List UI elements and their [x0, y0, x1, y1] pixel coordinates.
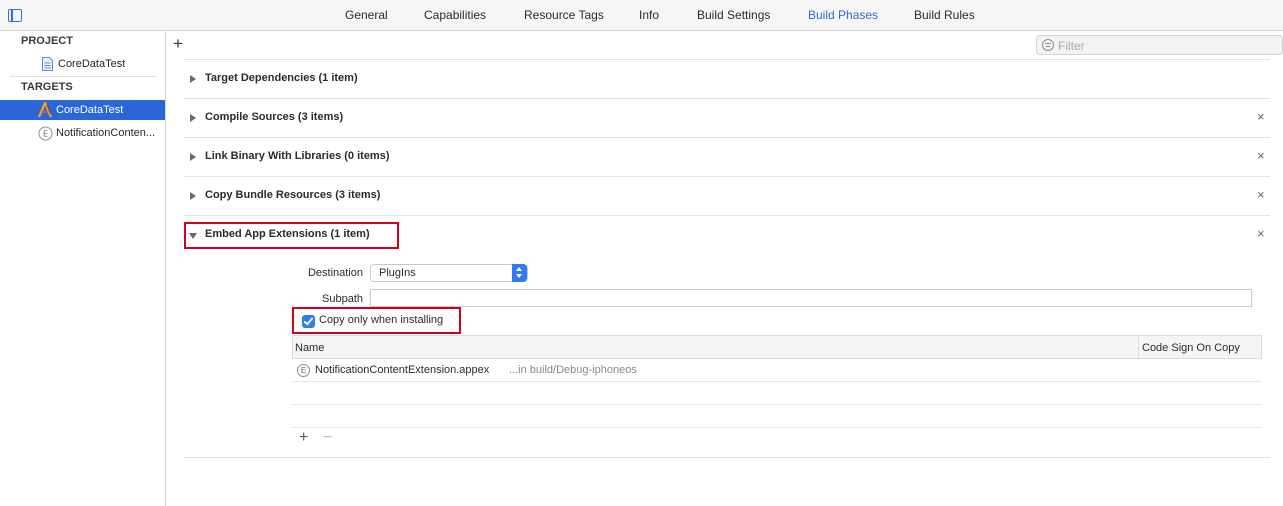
add-build-phase-button[interactable]: +: [173, 35, 183, 52]
sidebar-divider: [10, 76, 157, 77]
tab-general[interactable]: General: [345, 8, 388, 22]
divider: [184, 137, 1270, 138]
destination-popup[interactable]: PlugIns: [370, 264, 528, 282]
sidebar-item-label: CoreDataTest: [56, 104, 124, 116]
sidebar-item-label: NotificationConten...: [56, 127, 156, 139]
add-file-button[interactable]: +: [299, 429, 308, 447]
sidebar-item-label: CoreDataTest: [58, 58, 126, 70]
phase-target-dependencies[interactable]: Target Dependencies (1 item): [184, 67, 1283, 91]
tab-build-settings[interactable]: Build Settings: [697, 8, 770, 22]
top-tab-bar: General Capabilities Resource Tags Info …: [0, 0, 1283, 31]
phase-title: Compile Sources (3 items): [205, 111, 344, 123]
table-header: Name Code Sign On Copy: [292, 335, 1262, 359]
sidebar-item-target-notification-extension[interactable]: E NotificationConten...: [0, 123, 165, 143]
project-file-icon: [39, 56, 55, 72]
svg-text:E: E: [42, 129, 47, 138]
highlight-box: [292, 307, 461, 334]
tab-build-phases[interactable]: Build Phases: [808, 8, 878, 22]
phase-title: Target Dependencies (1 item): [205, 72, 358, 84]
phase-compile-sources[interactable]: Compile Sources (3 items) ×: [184, 106, 1283, 130]
popup-arrows-icon: [512, 264, 527, 282]
table-row: [292, 406, 1262, 428]
project-section-header: PROJECT: [21, 35, 73, 47]
filter-placeholder: Filter: [1058, 39, 1085, 53]
remove-phase-icon[interactable]: ×: [1257, 148, 1265, 163]
disclosure-triangle-icon[interactable]: [190, 114, 196, 122]
filter-field[interactable]: Filter: [1036, 35, 1283, 55]
filter-icon: [1042, 39, 1054, 51]
column-header-name[interactable]: Name: [295, 342, 324, 354]
remove-phase-icon[interactable]: ×: [1257, 109, 1265, 124]
table-row: [292, 383, 1262, 405]
divider: [184, 215, 1270, 216]
sidebar-item-target-coredatatest[interactable]: CoreDataTest: [0, 100, 165, 120]
tab-capabilities[interactable]: Capabilities: [424, 8, 486, 22]
divider: [184, 176, 1270, 177]
phase-copy-bundle-resources[interactable]: Copy Bundle Resources (3 items) ×: [184, 184, 1283, 208]
table-row[interactable]: E NotificationContentExtension.appex ...…: [292, 360, 1262, 382]
extension-icon: E: [297, 364, 310, 377]
subpath-field[interactable]: [370, 289, 1252, 307]
project-navigator-sidebar: PROJECT CoreDataTest TARGETS CoreDataTes…: [0, 31, 166, 506]
sidebar-toggle-icon[interactable]: [8, 9, 22, 22]
tab-info[interactable]: Info: [639, 8, 659, 22]
app-target-icon: [37, 102, 53, 118]
destination-value: PlugIns: [379, 267, 416, 279]
sidebar-item-project[interactable]: CoreDataTest: [0, 54, 165, 74]
destination-label: Destination: [307, 267, 363, 279]
disclosure-triangle-icon[interactable]: [190, 153, 196, 161]
phase-title: Link Binary With Libraries (0 items): [205, 150, 390, 162]
column-separator: [1138, 336, 1139, 358]
subpath-label: Subpath: [322, 293, 363, 305]
row-file-name: NotificationContentExtension.appex: [315, 364, 490, 376]
highlight-box: [184, 222, 399, 249]
tab-resource-tags[interactable]: Resource Tags: [524, 8, 604, 22]
remove-file-button[interactable]: −: [323, 429, 332, 447]
extension-icon: E: [37, 125, 53, 141]
disclosure-triangle-icon[interactable]: [190, 75, 196, 83]
build-phases-editor: + Filter Target Dependencies (1 item) Co…: [166, 31, 1283, 506]
remove-phase-icon[interactable]: ×: [1257, 187, 1265, 202]
phase-title: Copy Bundle Resources (3 items): [205, 189, 381, 201]
remove-phase-icon[interactable]: ×: [1257, 226, 1265, 241]
row-file-path: ...in build/Debug-iphoneos: [509, 364, 637, 376]
divider: [184, 98, 1270, 99]
phase-link-binary[interactable]: Link Binary With Libraries (0 items) ×: [184, 145, 1283, 169]
disclosure-triangle-icon[interactable]: [190, 192, 196, 200]
column-header-code-sign[interactable]: Code Sign On Copy: [1142, 342, 1240, 354]
divider: [184, 457, 1270, 458]
tab-build-rules[interactable]: Build Rules: [914, 8, 975, 22]
targets-section-header: TARGETS: [21, 81, 73, 93]
divider: [184, 59, 1270, 60]
